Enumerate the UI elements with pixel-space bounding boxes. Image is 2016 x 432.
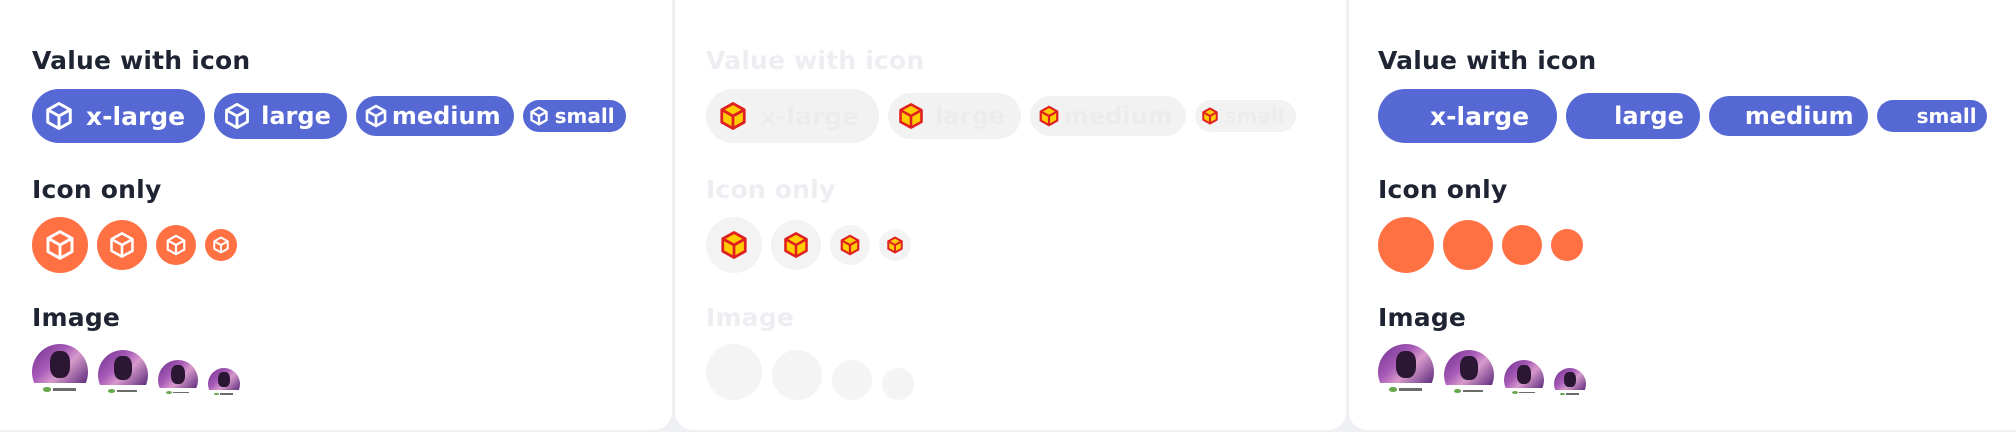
section-title-image: Image <box>706 303 795 332</box>
icon-only-row <box>32 217 246 273</box>
cube-icon <box>1201 107 1219 125</box>
cube-icon <box>718 101 748 131</box>
icon-chip-small[interactable] <box>205 229 237 261</box>
section-title-icon-only: Icon only <box>32 175 162 204</box>
section-title-value-with-icon: Value with icon <box>32 46 251 75</box>
panel-no-icon: Value with icon x-large large medium sma… <box>1349 0 2016 430</box>
value-chips-row: x-large large medium small <box>1378 89 1996 143</box>
avatar-medium[interactable] <box>832 360 872 400</box>
value-chips-row: x-large large medium small <box>706 89 1305 143</box>
icon-chip-large[interactable] <box>771 220 821 270</box>
icon-chip-small[interactable] <box>1551 229 1583 261</box>
avatar-x-large[interactable] <box>1378 344 1434 400</box>
icon-chip-x-large[interactable] <box>1378 217 1434 273</box>
cube-icon <box>887 236 903 254</box>
chip-x-large[interactable]: x-large <box>1378 89 1558 143</box>
section-title-icon-only: Icon only <box>706 175 836 204</box>
chip-large[interactable]: large <box>214 93 347 139</box>
chip-medium[interactable]: medium <box>355 96 514 136</box>
avatar-small[interactable] <box>882 368 914 400</box>
cube-icon <box>784 232 808 258</box>
section-title-image: Image <box>1378 303 1467 332</box>
panel-default: Value with icon x-large large medium sma… <box>0 0 672 430</box>
chip-label: medium <box>391 102 501 130</box>
avatar-x-large[interactable] <box>32 344 88 400</box>
avatar-small[interactable] <box>1554 368 1586 400</box>
section-title-value-with-icon: Value with icon <box>1378 46 1597 75</box>
icon-only-row <box>1378 217 1592 273</box>
section-title-image: Image <box>32 303 121 332</box>
avatar-medium[interactable] <box>1504 360 1544 400</box>
icon-chip-medium[interactable] <box>1502 225 1542 265</box>
chip-label: medium <box>1063 102 1173 130</box>
cube-icon <box>110 232 134 258</box>
icon-chip-medium[interactable] <box>830 225 870 265</box>
cube-icon <box>223 102 251 130</box>
chip-large[interactable]: large <box>1566 93 1700 139</box>
cube-icon <box>213 236 229 254</box>
value-chips-row: x-large large medium small <box>32 89 635 143</box>
image-row <box>32 344 250 400</box>
section-title-value-with-icon: Value with icon <box>706 46 925 75</box>
cube-icon <box>897 102 925 130</box>
icon-chip-x-large[interactable] <box>32 217 88 273</box>
avatar-large[interactable] <box>1444 350 1494 400</box>
icon-chip-small[interactable] <box>879 229 911 261</box>
cube-icon <box>721 231 747 259</box>
chip-label: small <box>1916 104 1977 128</box>
chip-medium[interactable]: medium <box>1029 96 1186 136</box>
chip-showcase: Value with icon x-large large medium sma… <box>0 0 2016 432</box>
cube-icon <box>840 234 860 256</box>
cube-icon <box>166 234 186 256</box>
chip-x-large[interactable]: x-large <box>706 89 880 143</box>
section-title-icon-only: Icon only <box>1378 175 1508 204</box>
chip-label: large <box>261 102 331 130</box>
image-row <box>706 344 924 400</box>
icon-chip-medium[interactable] <box>156 225 196 265</box>
chip-x-large[interactable]: x-large <box>32 89 206 143</box>
chip-label: small <box>554 104 615 128</box>
icon-chip-x-large[interactable] <box>706 217 762 273</box>
chip-medium[interactable]: medium <box>1708 96 1868 136</box>
image-row <box>1378 344 1596 400</box>
chip-label: x-large <box>1430 101 1530 131</box>
cube-icon <box>44 101 74 131</box>
cube-icon <box>529 106 549 126</box>
chip-small[interactable]: small <box>1876 100 1987 132</box>
chip-label: x-large <box>760 101 860 131</box>
chip-small[interactable]: small <box>522 100 626 132</box>
cube-icon <box>46 230 74 260</box>
icon-only-row <box>706 217 920 273</box>
cube-icon <box>1038 105 1060 127</box>
panel-disabled: Value with icon x-large large medium sma… <box>675 0 1346 430</box>
avatar-x-large[interactable] <box>706 344 762 400</box>
avatar-medium[interactable] <box>158 360 198 400</box>
chip-label: large <box>935 102 1005 130</box>
chip-label: large <box>1614 102 1684 130</box>
chip-label: x-large <box>86 101 186 131</box>
icon-chip-large[interactable] <box>1443 220 1493 270</box>
avatar-small[interactable] <box>208 368 240 400</box>
chip-large[interactable]: large <box>888 93 1021 139</box>
avatar-large[interactable] <box>98 350 148 400</box>
chip-label: medium <box>1744 102 1854 130</box>
avatar-large[interactable] <box>772 350 822 400</box>
chip-small[interactable]: small <box>1194 100 1296 132</box>
cube-icon <box>364 104 388 128</box>
icon-chip-large[interactable] <box>97 220 147 270</box>
chip-label: small <box>1224 104 1285 128</box>
